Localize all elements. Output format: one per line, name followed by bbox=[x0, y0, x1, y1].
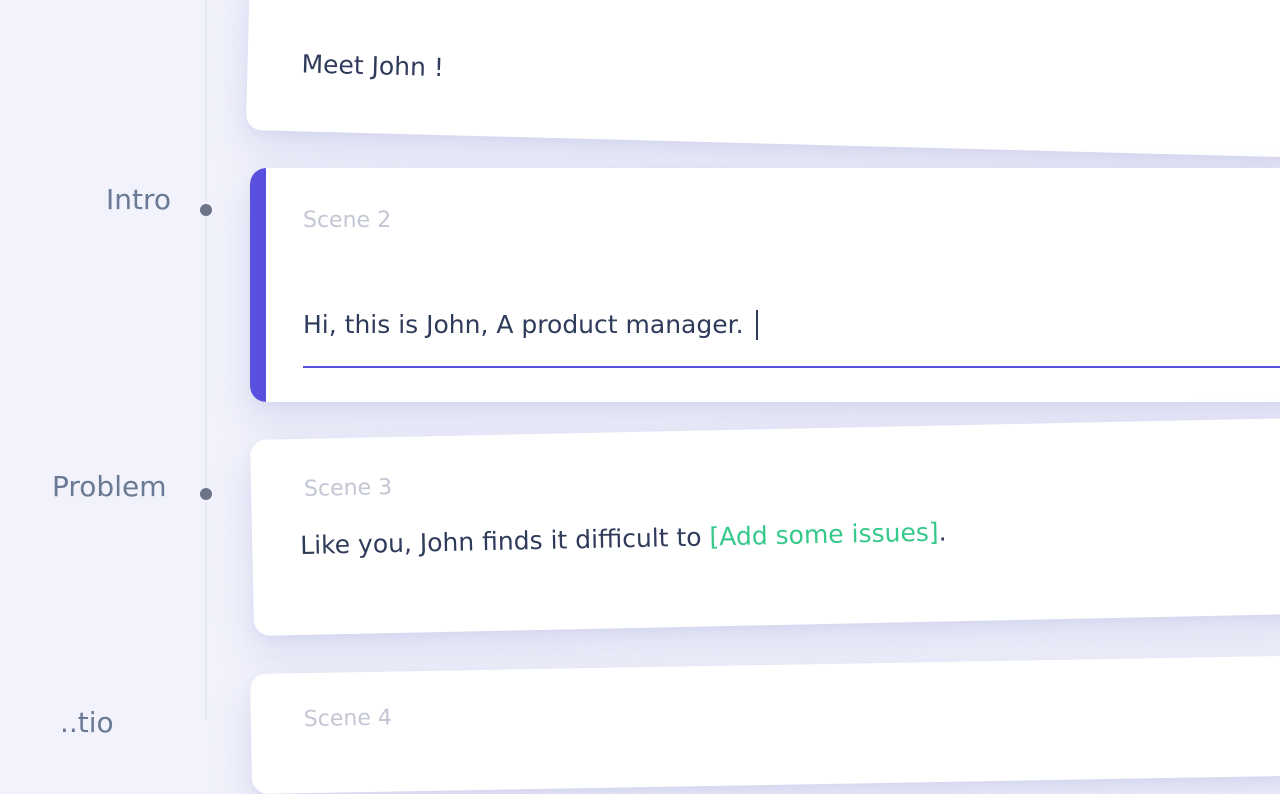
scene-card-3[interactable]: Scene 3 Like you, John finds it difficul… bbox=[250, 417, 1280, 636]
scene-title: Scene 2 bbox=[303, 208, 392, 233]
section-label-problem: Problem bbox=[52, 470, 167, 503]
section-dot-problem bbox=[200, 488, 212, 500]
scene-text-input[interactable] bbox=[303, 306, 773, 342]
add-issues-placeholder[interactable]: [Add some issues] bbox=[709, 518, 939, 552]
scene-text: Meet John ! bbox=[301, 49, 445, 83]
section-dot-intro bbox=[200, 204, 212, 216]
timeline-line bbox=[205, 0, 207, 720]
text-cursor bbox=[756, 310, 758, 340]
section-label-partial: ..tio bbox=[60, 706, 114, 739]
section-label-intro: Intro bbox=[106, 183, 172, 216]
scene-title: Scene 3 bbox=[303, 475, 393, 502]
scene-title: Scene 4 bbox=[303, 705, 393, 733]
scene-card-4[interactable]: Scene 4 bbox=[250, 655, 1280, 794]
scene-card-1[interactable]: Meet John ! bbox=[245, 0, 1280, 158]
scene-text: Like you, John finds it difficult to [Ad… bbox=[300, 517, 947, 560]
scene-text-before: Like you, John finds it difficult to bbox=[299, 522, 702, 560]
input-underline bbox=[303, 366, 1280, 368]
scene-text-after: . bbox=[938, 517, 947, 547]
scene-card-2[interactable]: Scene 2 bbox=[250, 168, 1280, 402]
